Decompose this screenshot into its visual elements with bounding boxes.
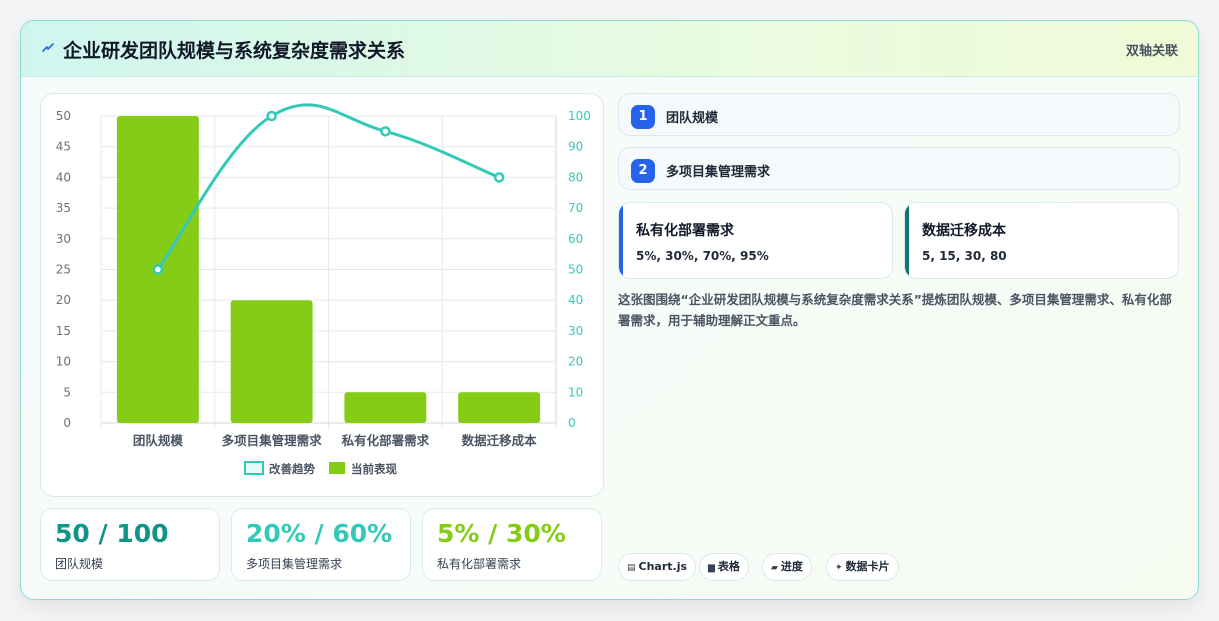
x-tick-label: 团队规模	[133, 433, 184, 448]
info-card-private-deploy: 私有化部署需求 5%, 30%, 70%, 95%	[618, 202, 893, 279]
y-left-tick-label: 40	[56, 170, 71, 184]
y-right-tick-label: 50	[568, 263, 583, 277]
y-left-tick-label: 20	[56, 293, 71, 307]
progress-icon: ▰	[771, 563, 778, 573]
y-left-tick-label: 35	[56, 201, 71, 215]
y-right-tick-label: 60	[568, 232, 583, 246]
y-right-tick-label: 10	[568, 385, 583, 399]
legend-label-bar: 当前表现	[351, 462, 397, 476]
x-tick-label: 私有化部署需求	[341, 433, 430, 448]
stat-label: 团队规模	[55, 557, 104, 571]
step-item-2: 2 多项目集管理需求	[618, 147, 1180, 190]
chip-data-card[interactable]: ✦ 数据卡片	[826, 553, 899, 581]
stat-label: 多项目集管理需求	[246, 557, 343, 571]
lightning-icon	[42, 43, 54, 52]
sparkle-icon: ✦	[835, 563, 843, 573]
info-title: 私有化部署需求	[636, 223, 734, 239]
y-left-tick-label: 0	[63, 416, 71, 430]
step-label: 多项目集管理需求	[666, 165, 771, 180]
legend-swatch-bar	[329, 462, 345, 474]
bar-2	[344, 392, 427, 423]
step-item-1: 1 团队规模	[618, 93, 1180, 136]
y-left-tick-label: 30	[56, 232, 71, 246]
bar-3	[458, 392, 541, 423]
y-left-tick-label: 45	[56, 140, 71, 154]
page-title: 企业研发团队规模与系统复杂度需求关系	[63, 40, 406, 62]
chart-container: 0 5 10 15 20 25 30 35 40 45 50 0 10 20 30 40 50 60 70 80 90 1…	[40, 93, 604, 497]
stat-value: 5% / 30%	[437, 519, 566, 548]
info-card-migration-cost: 数据迁移成本 5, 15, 30, 80	[904, 202, 1179, 279]
y-right-tick-label: 0	[568, 416, 576, 430]
y-left-tick-label: 15	[56, 324, 71, 338]
chip-label: 表格	[717, 560, 740, 573]
chart-icon: ▤	[627, 563, 636, 573]
step-number: 1	[631, 105, 655, 129]
stat-card-multi-project: 20% / 60% 多项目集管理需求	[231, 508, 411, 581]
bar-1	[230, 300, 313, 423]
y-right-tick-label: 20	[568, 355, 583, 369]
stat-value: 50 / 100	[55, 519, 169, 548]
x-tick-label: 数据迁移成本	[461, 433, 538, 448]
table-icon: ▆	[708, 563, 715, 573]
combo-chart: 0 5 10 15 20 25 30 35 40 45 50 0 10 20 30 40 50 60 70 80 90 1…	[56, 103, 591, 476]
y-left-tick-label: 5	[63, 385, 71, 399]
chip-progress[interactable]: ▰ 进度	[762, 553, 812, 581]
y-right-tick-label: 80	[568, 170, 583, 184]
y-left-tick-label: 50	[56, 109, 71, 123]
chip-table[interactable]: ▆ 表格	[699, 553, 749, 581]
chip-label: Chart.js	[638, 560, 688, 573]
line-point-1	[266, 110, 277, 122]
description-text: 这张图围绕“企业研发团队规模与系统复杂度需求关系”提炼团队规模、多项目集管理需求…	[618, 292, 1172, 328]
accent-bar	[619, 203, 623, 278]
stat-card-private-deploy: 5% / 30% 私有化部署需求	[422, 508, 602, 581]
stat-value: 20% / 60%	[246, 519, 393, 548]
y-right-tick-label: 40	[568, 293, 583, 307]
y-right-tick-label: 70	[568, 201, 583, 215]
y-right-tick-label: 90	[568, 140, 583, 154]
chip-label: 数据卡片	[845, 560, 890, 573]
line-point-0	[152, 264, 164, 275]
main-card: 企业研发团队规模与系统复杂度需求关系 双轴关联 0 5 10 15 20 25 30 35 40…	[20, 20, 1199, 600]
info-values: 5%, 30%, 70%, 95%	[636, 249, 769, 263]
stat-card-team-size: 50 / 100 团队规模	[40, 508, 220, 581]
legend-swatch-line	[244, 461, 264, 475]
step-number: 2	[631, 159, 655, 183]
accent-bar	[905, 203, 909, 278]
chip-label: 进度	[780, 560, 803, 573]
card-header: 企业研发团队规模与系统复杂度需求关系 双轴关联	[21, 21, 1198, 77]
info-values: 5, 15, 30, 80	[922, 249, 1007, 263]
dual-axis-label: 双轴关联	[1125, 44, 1178, 59]
y-left-tick-label: 10	[56, 355, 71, 369]
chip-chartjs[interactable]: ▤ Chart.js	[618, 553, 697, 581]
info-title: 数据迁移成本	[922, 223, 1006, 239]
stat-label: 私有化部署需求	[437, 557, 522, 571]
x-tick-label: 多项目集管理需求	[222, 433, 323, 448]
legend-label-line: 改善趋势	[269, 462, 315, 476]
line-point-2	[380, 126, 391, 137]
line-point-3	[493, 172, 505, 183]
step-label: 团队规模	[666, 111, 719, 126]
y-right-tick-label: 30	[568, 324, 583, 338]
y-right-tick-label: 100	[568, 109, 591, 123]
y-left-tick-label: 25	[56, 263, 71, 277]
